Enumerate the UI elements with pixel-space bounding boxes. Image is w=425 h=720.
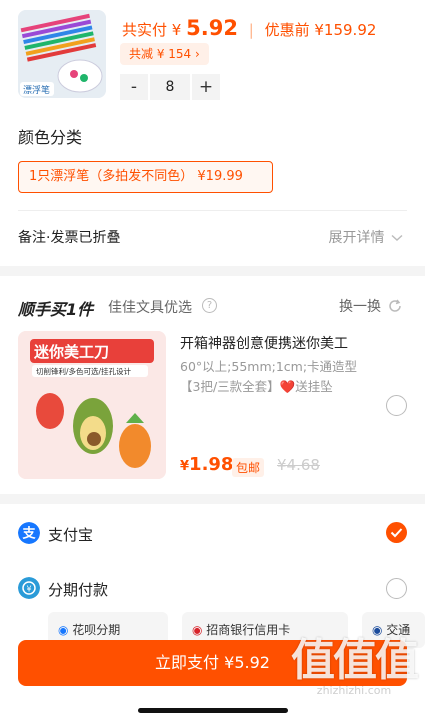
watermark-logo: 值值值 bbox=[291, 635, 419, 686]
expand-details-button[interactable]: 展开详情 bbox=[329, 227, 403, 247]
payment-method-alipay[interactable]: 支 bbox=[18, 522, 40, 548]
swap-label: 换一换 bbox=[339, 299, 381, 315]
addon-price-symbol: ¥ bbox=[180, 459, 190, 474]
help-icon[interactable]: ? bbox=[202, 298, 217, 313]
installment-label: 分期付款 bbox=[48, 581, 109, 599]
thumb-caption: 漂浮笔 bbox=[23, 86, 51, 96]
addon-shop-name: 佳佳文具优选 bbox=[108, 300, 192, 316]
cmb-bank-icon: ◉ bbox=[192, 623, 207, 637]
addon-title: 顺手买1件 bbox=[18, 300, 94, 319]
addon-image-banner: 迷你美工刀 bbox=[34, 343, 110, 361]
total-price-row: 共实付 ¥ 5.92 | 优惠前 ¥159.92 bbox=[122, 16, 376, 40]
spec-option-selected[interactable]: 1只漂浮笔（多拍发不同色） ¥19.99 bbox=[18, 161, 273, 193]
spec-title: 颜色分类 bbox=[18, 128, 83, 147]
section-gap bbox=[0, 494, 425, 504]
chevron-down-icon bbox=[391, 234, 403, 241]
addon-product-image[interactable]: 迷你美工刀 切削锋利/多色可选/挂孔设计 bbox=[18, 331, 166, 479]
svg-text:支: 支 bbox=[21, 526, 36, 542]
addon-original-price: ¥4.68 bbox=[277, 456, 320, 474]
divider bbox=[18, 210, 407, 211]
home-indicator[interactable] bbox=[138, 708, 288, 713]
installment-radio[interactable] bbox=[386, 578, 407, 599]
quantity-stepper: - 8 + bbox=[120, 74, 220, 100]
svg-text:¥: ¥ bbox=[26, 585, 31, 594]
currency-symbol: ¥ bbox=[171, 21, 182, 39]
refresh-icon bbox=[389, 299, 401, 312]
alipay-label: 支付宝 bbox=[48, 526, 94, 544]
watermark: 值值值 zhizhizhi.com bbox=[291, 635, 419, 698]
free-shipping-badge: 包邮 bbox=[232, 458, 265, 477]
quantity-input[interactable]: 8 bbox=[150, 74, 190, 100]
addon-image-subbanner: 切削锋利/多色可选/挂孔设计 bbox=[36, 367, 132, 376]
addon-product-name[interactable]: 开箱神器创意便携迷你美工 bbox=[180, 333, 370, 353]
total-price-value: 5.92 bbox=[186, 16, 238, 40]
discount-badge[interactable]: 共减 ¥ 154 › bbox=[120, 43, 209, 65]
check-icon bbox=[390, 528, 403, 538]
huabei-icon: ◉ bbox=[58, 623, 73, 637]
total-price-label: 共实付 bbox=[122, 21, 168, 39]
payment-method-installment[interactable]: ¥ bbox=[18, 577, 40, 603]
decrease-button[interactable]: - bbox=[120, 74, 148, 100]
section-gap bbox=[0, 266, 425, 276]
alipay-icon: 支 bbox=[18, 522, 40, 544]
increase-button[interactable]: + bbox=[192, 74, 220, 100]
original-price-label: 优惠前 bbox=[264, 21, 310, 39]
installment-icon: ¥ bbox=[18, 577, 40, 599]
addon-product-desc: 60°以上;55mm;1cm;卡通造型【3把/三款全套】❤️送挂坠 bbox=[180, 359, 358, 394]
expand-details-label: 展开详情 bbox=[328, 230, 385, 246]
alipay-radio[interactable] bbox=[386, 522, 407, 543]
huabei-label: 花呗分期 bbox=[72, 623, 121, 637]
addon-price: ¥1.98 bbox=[180, 454, 233, 475]
price-separator: | bbox=[248, 21, 254, 39]
remark-label: 备注·发票已折叠 bbox=[18, 230, 121, 246]
product-thumbnail[interactable]: 漂浮笔 bbox=[18, 10, 106, 98]
cmb-label: 招商银行信用卡 bbox=[206, 623, 291, 637]
original-price-value: ¥159.92 bbox=[314, 21, 377, 39]
swap-button[interactable]: 换一换 bbox=[339, 296, 403, 316]
addon-select-radio[interactable] bbox=[386, 395, 407, 416]
addon-price-value: 1.98 bbox=[189, 454, 234, 475]
